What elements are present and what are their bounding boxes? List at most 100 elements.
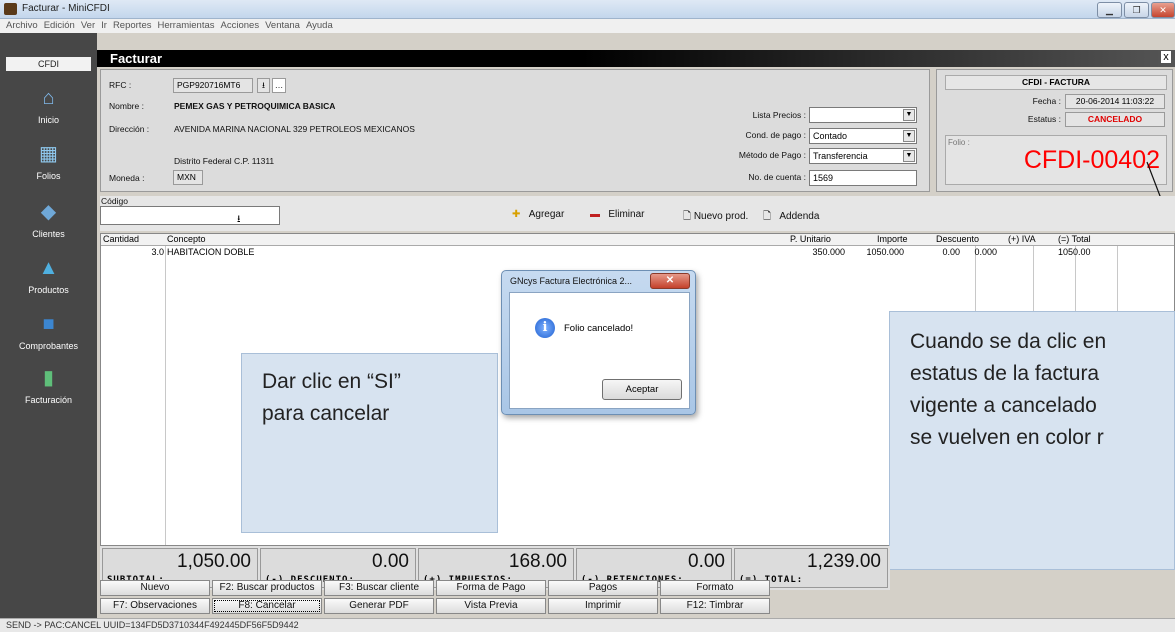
total-value: 1,239.00	[807, 551, 881, 572]
menu-ir[interactable]: Ir	[101, 20, 107, 31]
cell-total: 1050.00	[1058, 247, 1091, 257]
menu-herramientas[interactable]: Herramientas	[158, 20, 215, 31]
cfdi-status-panel: CFDI - FACTURA Fecha : 20-06-2014 11:03:…	[936, 69, 1173, 192]
rfc-label: RFC :	[109, 80, 132, 90]
info-icon: i	[535, 318, 555, 338]
add-icon: ✚	[512, 209, 521, 220]
direccion-value: AVENIDA MARINA NACIONAL 329 PETROLEOS ME…	[174, 124, 415, 134]
dialog-message: Folio cancelado!	[564, 323, 634, 334]
nuevo-prod-button[interactable]: 🗋 Nuevo prod.	[683, 209, 748, 226]
product-toolbar: Código ⭳ ✚ Agregar ▬ Eliminar 🗋 Nuevo pr…	[100, 196, 1175, 231]
home-icon: ⌂	[42, 87, 55, 109]
vista-previa-button[interactable]: Vista Previa	[436, 598, 546, 614]
estatus-label: Estatus :	[1027, 114, 1061, 124]
cell-concepto: HABITACION DOBLE	[167, 247, 255, 257]
lista-precios-select[interactable]: ▼	[809, 107, 917, 123]
grid-header: Cantidad Concepto P. Unitario Importe De…	[101, 234, 1174, 246]
cond-pago-select[interactable]: Contado ▼	[809, 128, 917, 144]
forma-pago-button[interactable]: Forma de Pago	[436, 580, 546, 596]
metodo-pago-label: Método de Pago :	[738, 150, 806, 160]
chevron-down-icon: ▼	[903, 150, 915, 162]
moneda-field[interactable]: MXN	[173, 170, 203, 185]
status-text: SEND -> PAC:CANCEL UUID=134FD5D3710344F4…	[6, 620, 299, 630]
eliminar-button[interactable]: ▬ Eliminar	[590, 209, 644, 220]
form-title: Facturar	[110, 51, 163, 66]
cancelar-button[interactable]: F8: Cancelar	[212, 598, 322, 614]
sidebar-item-inicio[interactable]: ⌂ Inicio	[0, 85, 97, 137]
close-window-button[interactable]: ✕	[1151, 2, 1175, 18]
cell-importe: 1050.000	[866, 247, 904, 257]
col-importe[interactable]: Importe	[877, 234, 908, 244]
menu-ayuda[interactable]: Ayuda	[306, 20, 333, 31]
dialog-title: GNcys Factura Electrónica 2...	[510, 276, 633, 286]
buscar-productos-button[interactable]: F2: Buscar productos	[212, 580, 322, 596]
products-icon: ▲	[38, 257, 59, 279]
codigo-field[interactable]	[100, 206, 280, 225]
browse-button[interactable]: …	[272, 78, 286, 93]
qr-icon: ▦	[39, 143, 58, 165]
cond-pago-label: Cond. de pago :	[745, 130, 807, 140]
cuenta-field[interactable]: 1569	[809, 170, 917, 186]
dialog-close-button[interactable]: ✕	[650, 273, 690, 289]
document-icon: 🗋	[763, 211, 772, 222]
timbrar-button[interactable]: F12: Timbrar	[660, 598, 770, 614]
codigo-label: Código	[101, 196, 128, 206]
col-punitario[interactable]: P. Unitario	[790, 234, 831, 244]
buscar-cliente-button[interactable]: F3: Buscar cliente	[324, 580, 434, 596]
form-close-button[interactable]: x	[1161, 51, 1171, 63]
rfc-field[interactable]: PGP920716MT6	[173, 78, 253, 93]
addenda-button[interactable]: 🗋 Addenda	[763, 209, 819, 226]
agregar-button[interactable]: ✚ Agregar	[512, 209, 564, 220]
cell-punitario: 350.000	[812, 247, 845, 257]
col-concepto[interactable]: Concepto	[167, 234, 206, 244]
col-descuento[interactable]: Descuento	[936, 234, 979, 244]
menu-ver[interactable]: Ver	[81, 20, 95, 31]
download-icon[interactable]: ⭳	[257, 78, 270, 93]
receipts-icon: ■	[42, 313, 55, 335]
clients-icon: ◆	[40, 201, 57, 223]
col-total[interactable]: (=) Total	[1058, 234, 1091, 244]
download-icon[interactable]: ⭳	[237, 212, 241, 229]
menu-reportes[interactable]: Reportes	[113, 20, 152, 31]
chevron-down-icon: ▼	[903, 109, 915, 121]
title-bar: Facturar - MiniCFDI ▁ ❐ ✕	[0, 0, 1175, 19]
nuevo-button[interactable]: Nuevo	[100, 580, 210, 596]
message-dialog: GNcys Factura Electrónica 2... ✕ i Folio…	[501, 270, 696, 415]
app-icon	[4, 3, 17, 15]
fecha-value: 20-06-2014 11:03:22	[1065, 94, 1165, 109]
col-cantidad[interactable]: Cantidad	[103, 234, 139, 244]
callout-right: Cuando se da clic en estatus de la factu…	[889, 311, 1175, 570]
table-row[interactable]: 3.0 HABITACION DOBLE 350.000 1050.000 0.…	[101, 247, 1174, 258]
sidebar-item-comprobantes[interactable]: ■ Comprobantes	[0, 311, 97, 363]
menu-edicion[interactable]: Edición	[44, 20, 75, 31]
folio-label: Folio :	[948, 138, 970, 147]
menu-archivo[interactable]: Archivo	[6, 20, 38, 31]
form-header: Facturar x	[97, 50, 1175, 67]
maximize-button[interactable]: ❐	[1124, 2, 1149, 18]
impuestos-value: 168.00	[508, 551, 567, 572]
window-title: Facturar - MiniCFDI	[22, 3, 110, 14]
formato-button[interactable]: Formato	[660, 580, 770, 596]
col-iva[interactable]: (+) IVA	[1008, 234, 1036, 244]
sidebar-item-facturacion[interactable]: ▮ Facturación	[0, 365, 97, 417]
generar-pdf-button[interactable]: Generar PDF	[324, 598, 434, 614]
pagos-button[interactable]: Pagos	[548, 580, 658, 596]
cell-cantidad: 3.0	[151, 247, 164, 257]
menu-ventana[interactable]: Ventana	[265, 20, 300, 31]
sidebar-item-productos[interactable]: ▲ Productos	[0, 255, 97, 307]
sidebar-item-clientes[interactable]: ◆ Clientes	[0, 199, 97, 251]
direccion-label: Dirección :	[109, 124, 150, 134]
aceptar-button[interactable]: Aceptar	[602, 379, 682, 400]
imprimir-button[interactable]: Imprimir	[548, 598, 658, 614]
sidebar-item-folios[interactable]: ▦ Folios	[0, 141, 97, 193]
observaciones-button[interactable]: F7: Observaciones	[100, 598, 210, 614]
menu-acciones[interactable]: Acciones	[221, 20, 260, 31]
sidebar-header: CFDI	[6, 57, 91, 71]
minimize-button[interactable]: ▁	[1097, 2, 1122, 18]
subtotal-value: 1,050.00	[177, 551, 251, 572]
cell-descuento: 0.00	[942, 247, 960, 257]
retenciones-value: 0.00	[688, 551, 725, 572]
metodo-pago-select[interactable]: Transferencia ▼	[809, 148, 917, 164]
document-icon: 🗋	[683, 211, 692, 222]
cfdi-header: CFDI - FACTURA	[945, 75, 1167, 90]
